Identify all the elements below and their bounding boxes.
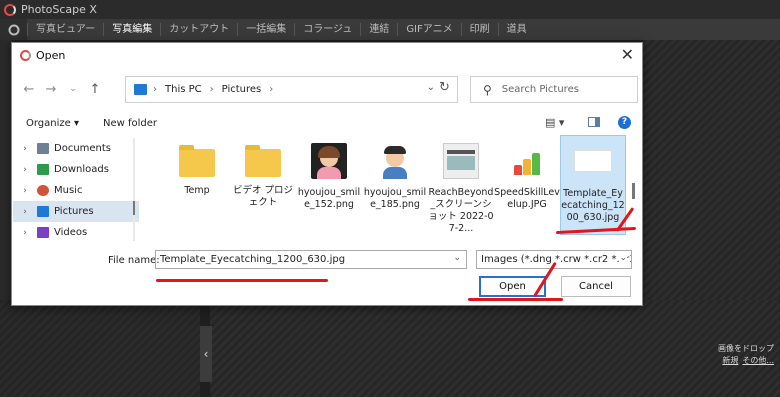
documents-icon <box>37 143 49 154</box>
view-options-icon[interactable]: ▤ ▾ <box>545 116 564 129</box>
image-thumbnail <box>377 143 413 179</box>
music-icon <box>37 185 49 196</box>
app-title: PhotoScape X <box>21 3 97 16</box>
help-icon[interactable]: ? <box>618 116 631 129</box>
annotation-underline <box>156 279 328 282</box>
sidebar-item-videos[interactable]: › Videos <box>13 222 139 243</box>
breadcrumb-this-pc[interactable]: This PC <box>165 84 202 95</box>
organize-button[interactable]: Organize ▾ <box>26 118 79 129</box>
search-icon: ⚲ <box>483 82 492 97</box>
chevron-right-icon[interactable]: › <box>13 144 37 154</box>
chevron-down-icon[interactable]: ⌄ <box>453 253 461 263</box>
pictures-icon <box>134 84 147 95</box>
file-name-input[interactable]: Template_Eyecatching_1200_630.jpg ⌄ <box>155 250 467 269</box>
file-item[interactable]: hyoujou_smile_152.png <box>296 135 362 235</box>
canvas-area[interactable] <box>210 300 780 397</box>
chevron-right-icon[interactable]: › <box>13 207 37 217</box>
chevron-right-icon[interactable]: › <box>13 186 37 196</box>
collapse-panel-button[interactable]: ‹ <box>200 326 212 382</box>
new-folder-button[interactable]: New folder <box>103 118 157 129</box>
menu-collage[interactable]: コラージュ <box>294 23 360 36</box>
chevron-down-icon[interactable]: ⌄ <box>427 82 435 93</box>
preview-pane-icon[interactable] <box>588 117 600 127</box>
menu-combine[interactable]: 連結 <box>360 23 397 36</box>
sidebar-scrollbar[interactable] <box>133 138 135 241</box>
navigation-bar: ← → ⌄ ↑ › This PC › Pictures › ⌄ ↻ ⚲ Sea… <box>12 73 642 105</box>
chevron-right-icon[interactable]: › <box>13 228 37 238</box>
chevron-left-icon: ‹ <box>203 347 209 361</box>
search-placeholder: Search Pictures <box>501 84 579 95</box>
drop-hint: 画像をドロップ 新規 その他... <box>718 343 774 367</box>
canvas-area-right[interactable] <box>643 40 780 300</box>
file-item[interactable]: hyoujou_smile_185.png <box>362 135 428 235</box>
refresh-icon[interactable]: ↻ <box>439 80 450 95</box>
photoscape-home-icon <box>8 24 19 35</box>
forward-arrow-icon[interactable]: → <box>40 82 62 97</box>
address-bar[interactable]: › This PC › Pictures › ⌄ <box>125 76 458 103</box>
image-thumbnail <box>574 150 612 172</box>
folder-icon <box>179 145 215 177</box>
file-item[interactable]: SpeedSkillLevelup.JPG <box>494 135 560 235</box>
search-input[interactable]: ⚲ Search Pictures <box>470 76 638 103</box>
file-item-selected[interactable]: Template_Eyecatching_1200_630.jpg <box>560 135 626 235</box>
photoscape-logo-icon <box>20 49 31 61</box>
sidebar-item-music[interactable]: › Music <box>13 180 139 201</box>
breadcrumb-pictures[interactable]: Pictures <box>222 84 262 95</box>
file-item[interactable]: ビデオ プロジェクト <box>230 135 296 235</box>
close-icon[interactable]: ✕ <box>621 45 634 64</box>
drop-hint-text: 画像をドロップ <box>718 344 774 353</box>
menu-batch[interactable]: 一括編集 <box>237 23 294 36</box>
up-arrow-icon[interactable]: ↑ <box>84 82 106 97</box>
photoscape-logo-icon <box>4 3 16 16</box>
menu-cutout[interactable]: カットアウト <box>160 23 237 36</box>
file-name-row: File name: Template_Eyecatching_1200_630… <box>12 249 642 271</box>
new-link[interactable]: 新規 <box>722 356 738 365</box>
home-button[interactable] <box>0 19 27 40</box>
menu-gif[interactable]: GIFアニメ <box>397 23 460 36</box>
chevron-down-icon[interactable]: ⌄ <box>619 253 627 263</box>
file-list: Temp ビデオ プロジェクト hyoujou_smile_152.png hy… <box>150 135 640 243</box>
cancel-button[interactable]: Cancel <box>561 276 631 297</box>
recent-chevron-icon[interactable]: ⌄ <box>62 84 84 94</box>
file-item[interactable]: Temp <box>164 135 230 235</box>
chevron-right-icon[interactable]: › <box>13 165 37 175</box>
navigation-pane: › Documents › Downloads › Music › Pictur… <box>13 138 139 241</box>
annotation-underline <box>468 298 563 301</box>
image-thumbnail <box>509 143 545 179</box>
downloads-icon <box>37 164 49 175</box>
sidebar-item-pictures[interactable]: › Pictures <box>13 201 139 222</box>
back-arrow-icon[interactable]: ← <box>18 82 40 97</box>
app-title-bar: PhotoScape X <box>0 0 780 19</box>
file-name-label: File name: <box>108 255 160 266</box>
menu-tools[interactable]: 道具 <box>497 23 535 36</box>
sidebar-item-documents[interactable]: › Documents <box>13 138 139 159</box>
image-thumbnail <box>311 143 347 179</box>
pictures-icon <box>37 206 49 217</box>
file-item[interactable]: ReachBeyond_スクリーンショット 2022-07-2... <box>428 135 494 235</box>
open-dialog: Open ✕ ← → ⌄ ↑ › This PC › Pictures › ⌄ … <box>11 42 643 306</box>
menu-photo-viewer[interactable]: 写真ビュアー <box>27 23 103 36</box>
command-bar: Organize ▾ New folder ▤ ▾ ? <box>12 113 642 133</box>
menu-print[interactable]: 印刷 <box>460 23 498 36</box>
dialog-title-bar: Open <box>12 43 642 67</box>
menu-photo-editor[interactable]: 写真編集 <box>103 23 160 36</box>
left-panel-pattern <box>0 300 200 397</box>
dialog-title: Open <box>36 48 66 62</box>
app-menubar: 写真ビュアー 写真編集 カットアウト 一括編集 コラージュ 連結 GIFアニメ … <box>0 19 780 40</box>
more-link[interactable]: その他... <box>742 356 774 365</box>
sidebar-item-downloads[interactable]: › Downloads <box>13 159 139 180</box>
videos-icon <box>37 227 49 238</box>
image-thumbnail <box>443 143 479 179</box>
folder-icon <box>245 145 281 177</box>
